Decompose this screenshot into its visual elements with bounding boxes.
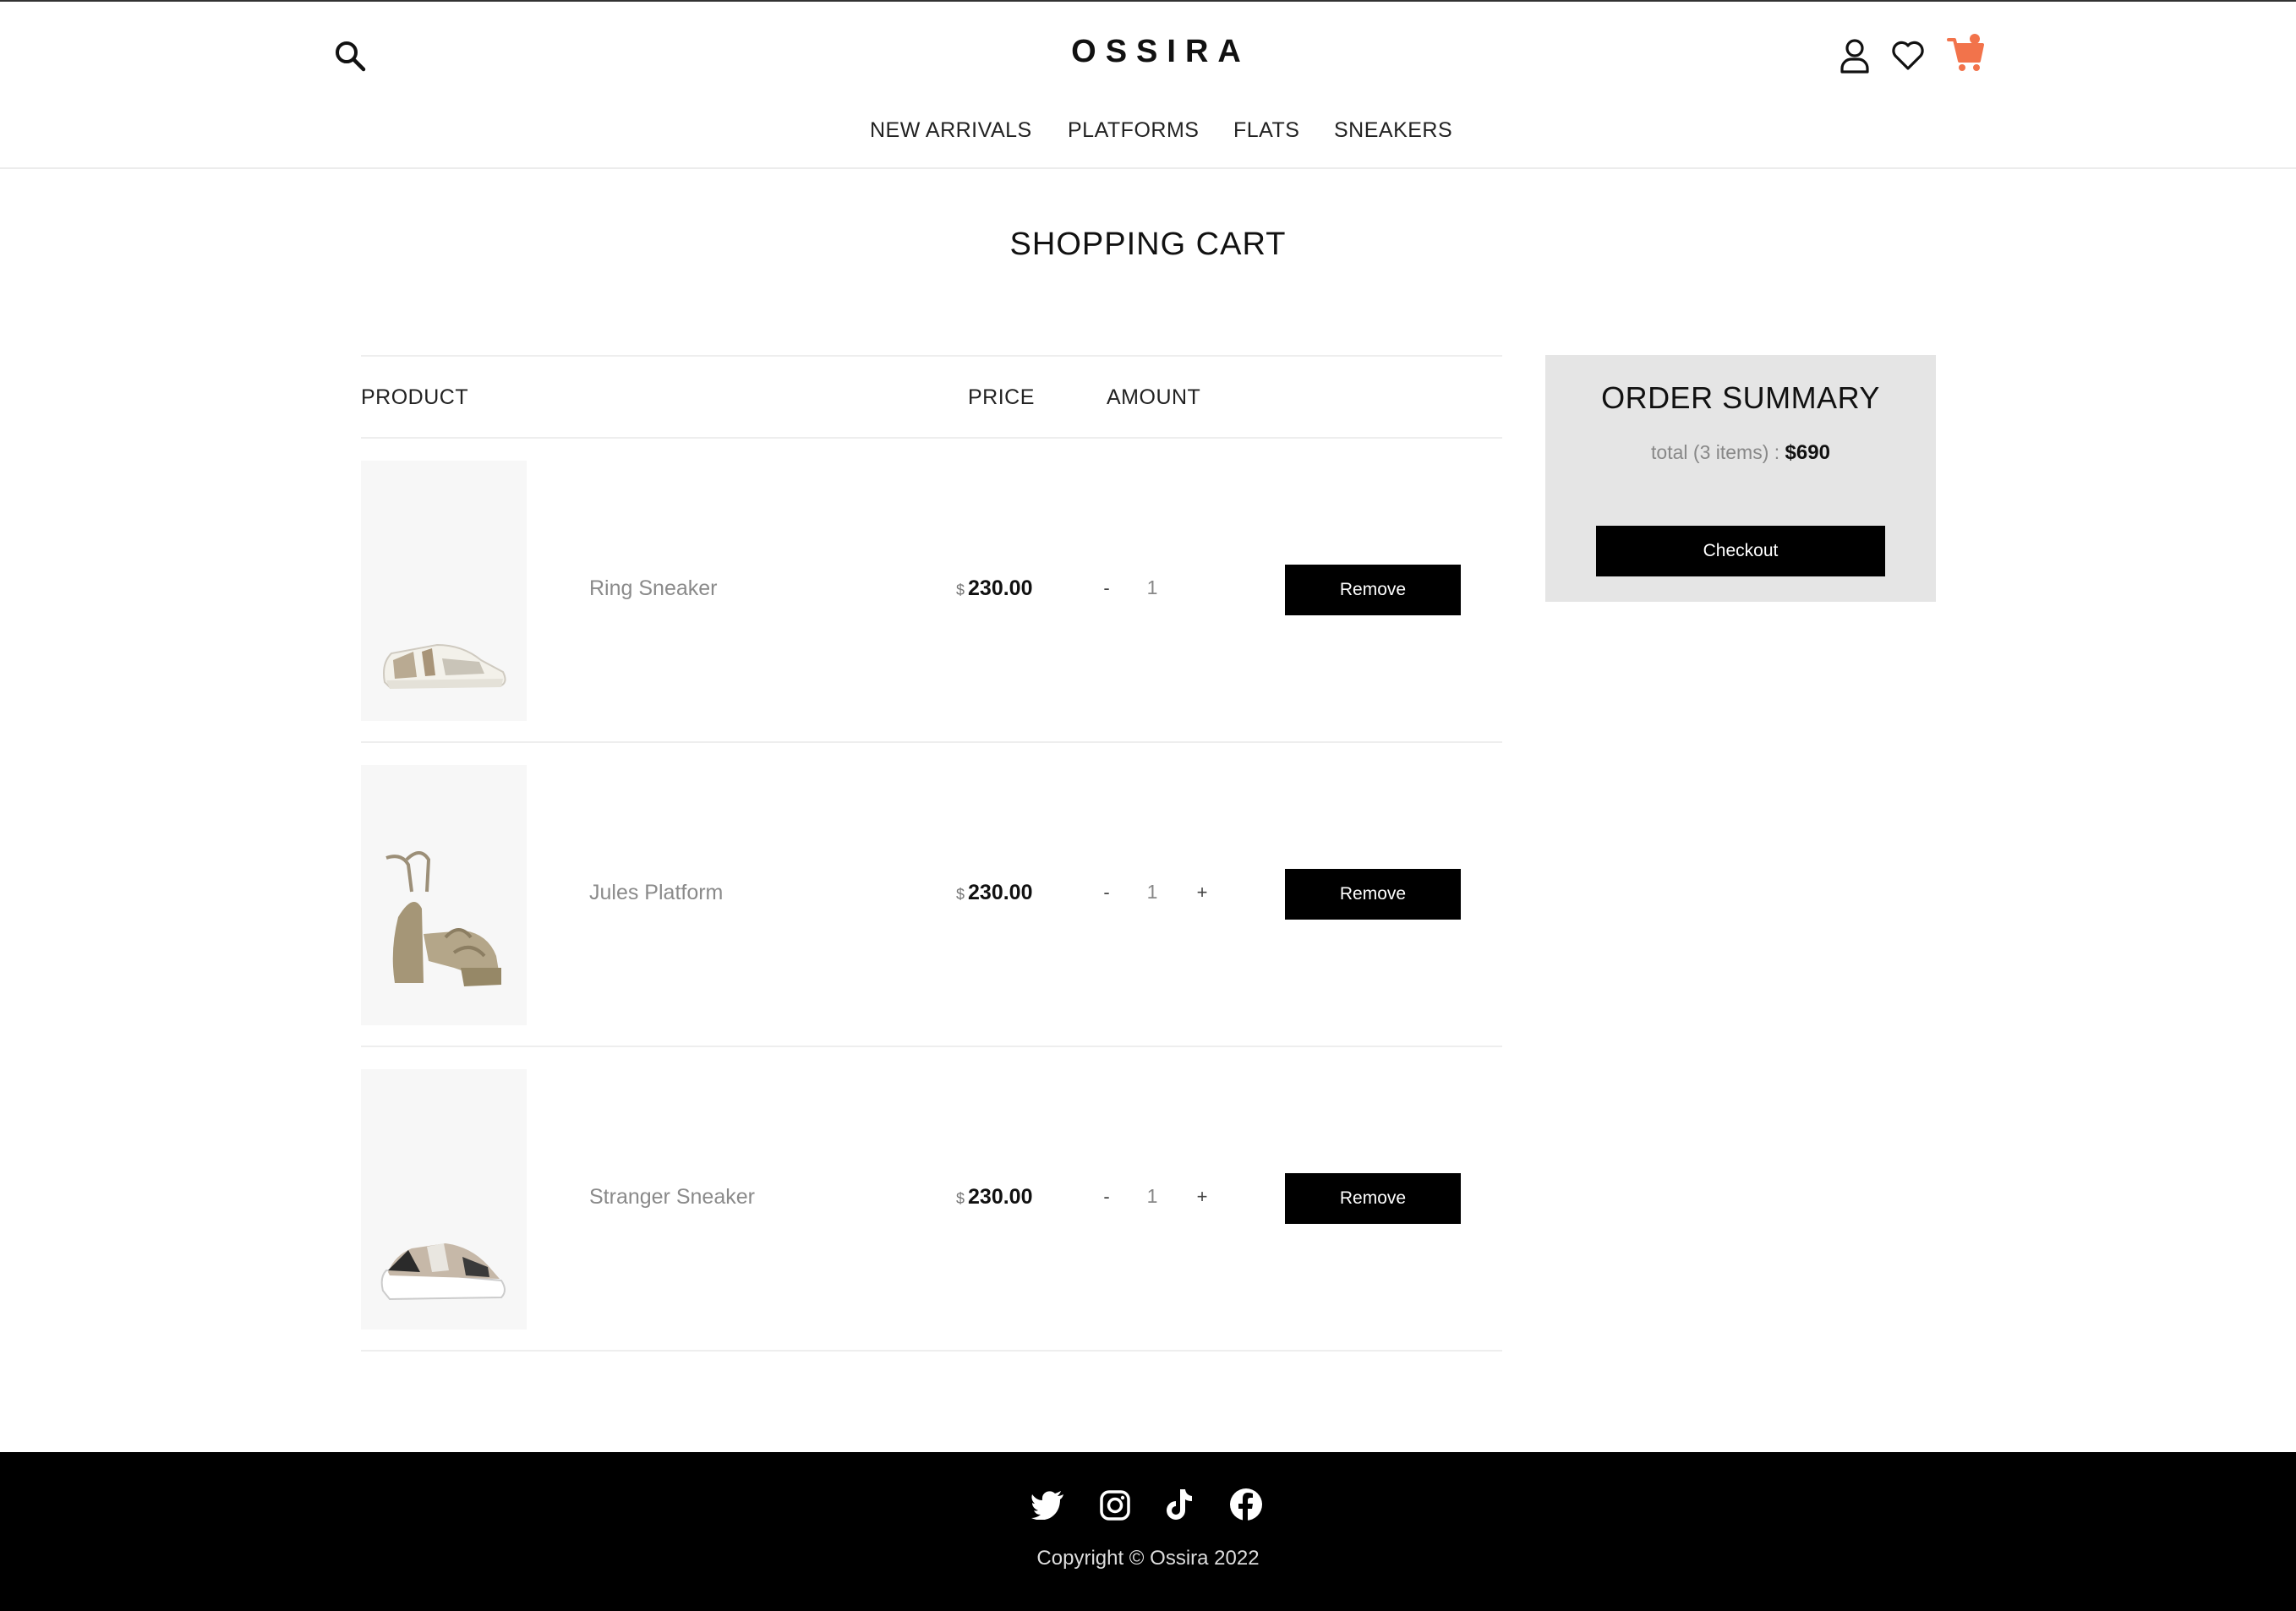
product-name[interactable]: Stranger Sneaker bbox=[589, 1185, 755, 1210]
product-name[interactable]: Ring Sneaker bbox=[589, 576, 717, 601]
heart-icon[interactable] bbox=[1889, 37, 1927, 74]
nav-flats[interactable]: FLATS bbox=[1233, 118, 1299, 143]
increase-quantity-button[interactable]: + bbox=[1189, 880, 1215, 905]
copyright-text: Copyright © Ossira 2022 bbox=[1036, 1547, 1260, 1570]
instagram-icon[interactable] bbox=[1097, 1488, 1133, 1523]
product-price: $230.00 bbox=[956, 881, 1032, 905]
page-title: SHOPPING CART bbox=[1009, 227, 1287, 262]
product-image[interactable] bbox=[361, 461, 527, 721]
order-total-label: total (3 items) : bbox=[1651, 441, 1780, 463]
remove-button[interactable]: Remove bbox=[1285, 1173, 1461, 1224]
remove-button[interactable]: Remove bbox=[1285, 565, 1461, 615]
facebook-icon[interactable] bbox=[1227, 1486, 1265, 1523]
decrease-quantity-button[interactable]: - bbox=[1094, 576, 1119, 601]
site-footer: Copyright © Ossira 2022 bbox=[0, 1452, 2296, 1611]
quantity-value: 1 bbox=[1146, 881, 1158, 903]
table-row: Ring Sneaker $230.00 - 1 + Remove bbox=[361, 438, 1565, 742]
product-price: $230.00 bbox=[956, 1185, 1032, 1210]
price-value: 230.00 bbox=[968, 881, 1033, 904]
nav-new-arrivals[interactable]: NEW ARRIVALS bbox=[870, 118, 1032, 143]
search-icon[interactable] bbox=[330, 35, 370, 76]
currency-symbol: $ bbox=[956, 886, 965, 903]
product-image[interactable] bbox=[361, 765, 527, 1025]
currency-symbol: $ bbox=[956, 1190, 965, 1207]
brand-logo[interactable]: OSSIRA bbox=[1063, 34, 1258, 70]
product-price: $230.00 bbox=[956, 576, 1032, 601]
product-image[interactable] bbox=[361, 1069, 527, 1330]
price-value: 230.00 bbox=[968, 576, 1033, 600]
checkout-button[interactable]: Checkout bbox=[1596, 526, 1885, 576]
remove-button[interactable]: Remove bbox=[1285, 869, 1461, 920]
increase-quantity-button[interactable]: + bbox=[1189, 1184, 1215, 1210]
site-header: OSSIRA NEW ARRIVALS PLATFORMS FLATS SNEA… bbox=[0, 2, 2296, 169]
nav-platforms[interactable]: PLATFORMS bbox=[1068, 118, 1199, 143]
nav-sneakers[interactable]: SNEAKERS bbox=[1334, 118, 1452, 143]
order-total: total (3 items) : $690 bbox=[1545, 441, 1936, 465]
order-summary-panel: ORDER SUMMARY total (3 items) : $690 Che… bbox=[1545, 355, 1936, 602]
twitter-icon[interactable] bbox=[1030, 1488, 1067, 1523]
currency-symbol: $ bbox=[956, 582, 965, 598]
product-name[interactable]: Jules Platform bbox=[589, 881, 723, 905]
decrease-quantity-button[interactable]: - bbox=[1094, 880, 1119, 905]
row-divider bbox=[361, 1350, 1502, 1352]
shopping-cart-icon[interactable] bbox=[1946, 32, 1985, 74]
quantity-value: 1 bbox=[1146, 576, 1158, 598]
quantity-value: 1 bbox=[1146, 1185, 1158, 1207]
table-row: Jules Platform $230.00 - 1 + Remove bbox=[361, 742, 1502, 1046]
tiktok-icon[interactable] bbox=[1162, 1486, 1197, 1523]
decrease-quantity-button[interactable]: - bbox=[1094, 1184, 1119, 1210]
column-header-product: PRODUCT bbox=[361, 385, 469, 409]
order-total-value: $690 bbox=[1785, 441, 1830, 464]
column-header-amount: AMOUNT bbox=[1107, 385, 1201, 409]
column-header-price: PRICE bbox=[968, 385, 1035, 409]
price-value: 230.00 bbox=[968, 1185, 1033, 1209]
user-icon[interactable] bbox=[1836, 35, 1873, 76]
table-top-divider bbox=[361, 355, 1502, 357]
table-row: Stranger Sneaker $230.00 - 1 + Remove bbox=[361, 1046, 1502, 1351]
order-summary-title: ORDER SUMMARY bbox=[1601, 380, 1880, 415]
